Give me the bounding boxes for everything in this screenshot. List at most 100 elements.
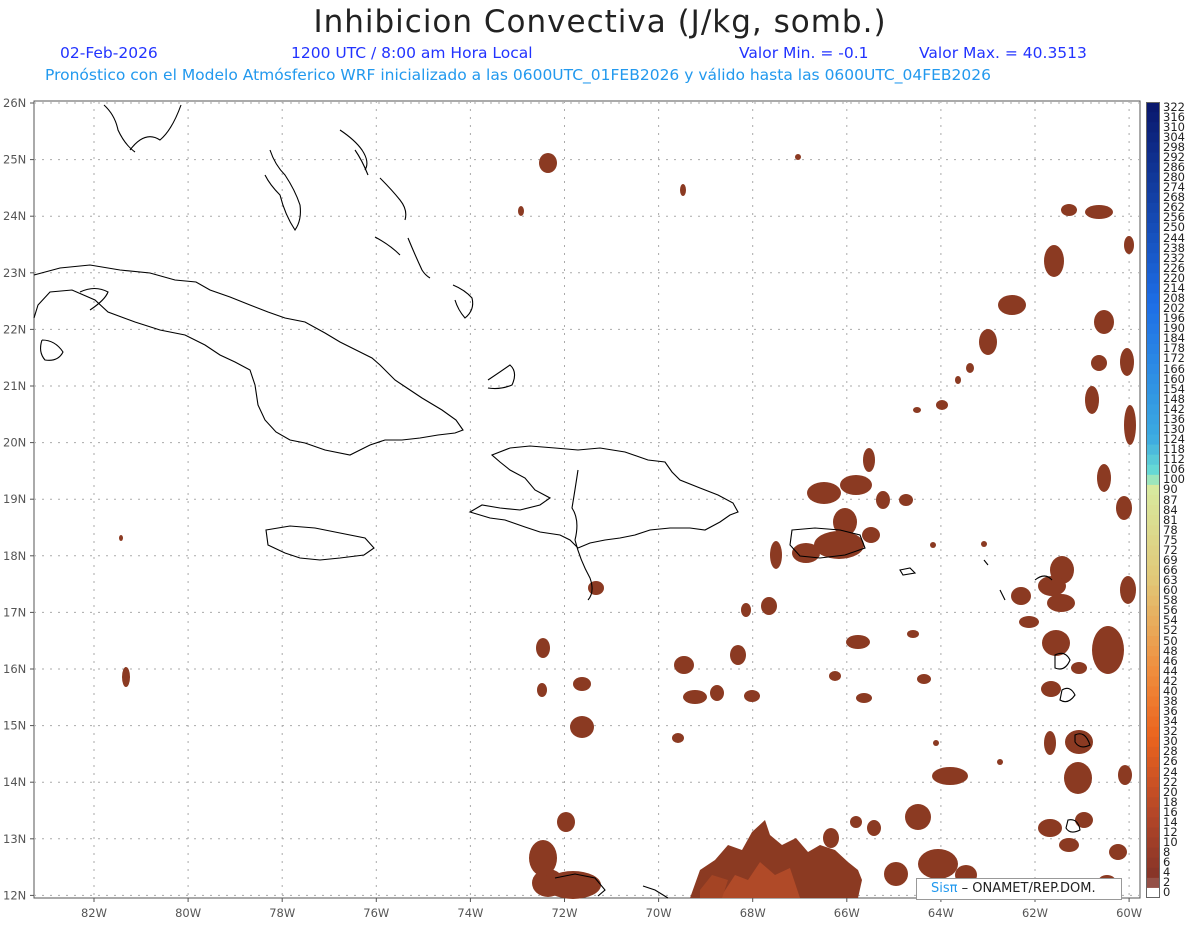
colorbar-swatch xyxy=(1146,192,1160,204)
colorbar-swatch xyxy=(1146,817,1160,828)
lat-label: 23N xyxy=(3,266,26,280)
colorbar-swatch xyxy=(1146,857,1160,869)
colorbar-swatch xyxy=(1146,625,1160,637)
colorbar-swatch xyxy=(1146,686,1160,697)
colorbar-swatch xyxy=(1146,323,1160,335)
colorbar-swatch xyxy=(1146,112,1160,123)
colorbar-swatch xyxy=(1146,575,1160,587)
colorbar-swatch xyxy=(1146,243,1160,254)
colorbar-swatch xyxy=(1146,877,1160,889)
colorbar-swatch xyxy=(1146,585,1160,597)
colorbar-swatch xyxy=(1146,827,1160,839)
colorbar-swatch xyxy=(1146,162,1160,174)
lat-label: 24N xyxy=(3,209,26,223)
colorbar-swatch xyxy=(1146,273,1160,284)
colorbar-swatch xyxy=(1146,122,1160,133)
colorbar-swatch xyxy=(1146,756,1160,768)
lat-label: 13N xyxy=(3,832,26,846)
colorbar-swatch xyxy=(1146,363,1160,375)
lat-label: 17N xyxy=(3,605,26,619)
lon-label: 74W xyxy=(457,906,483,920)
colorbar-swatch xyxy=(1146,535,1160,546)
lon-label: 62W xyxy=(1022,906,1048,920)
colorbar-swatch xyxy=(1146,172,1160,184)
colorbar-swatch xyxy=(1146,847,1160,859)
colorbar-swatch xyxy=(1146,303,1160,315)
lat-lon-grid xyxy=(34,101,1140,898)
lon-label: 60W xyxy=(1116,906,1142,920)
lat-label: 25N xyxy=(3,153,26,167)
colorbar-swatch xyxy=(1146,353,1160,365)
colorbar-swatch xyxy=(1146,374,1160,385)
colorbar-swatch xyxy=(1146,152,1160,163)
colorbar-swatch xyxy=(1146,343,1160,355)
credit-box: Sisπ – ONAMET/REP.DOM. xyxy=(916,878,1122,900)
lon-label: 72W xyxy=(551,906,577,920)
colorbar-swatch xyxy=(1146,505,1160,516)
colorbar-swatch xyxy=(1146,787,1160,798)
colorbar-swatch xyxy=(1146,726,1160,738)
colorbar-swatch xyxy=(1146,807,1160,818)
lat-label: 21N xyxy=(3,379,26,393)
colorbar-swatch xyxy=(1146,656,1160,667)
lat-label: 12N xyxy=(3,888,26,902)
colorbar-swatch xyxy=(1146,595,1160,607)
lon-label: 76W xyxy=(363,906,389,920)
colorbar-swatch xyxy=(1146,434,1160,446)
sis-logo-text: Sisπ xyxy=(931,881,958,896)
colorbar-swatch xyxy=(1146,646,1160,657)
colorbar-swatch xyxy=(1146,777,1160,788)
colorbar-label: 0 xyxy=(1163,885,1171,900)
colorbar-swatch xyxy=(1146,887,1160,898)
lat-label: 16N xyxy=(3,662,26,676)
colorbar-swatch xyxy=(1146,293,1160,305)
colorbar-swatch xyxy=(1146,283,1160,294)
lat-label: 18N xyxy=(3,549,26,563)
colorbar-swatch xyxy=(1146,797,1160,808)
lon-label: 68W xyxy=(740,906,766,920)
colorbar xyxy=(1146,102,1160,898)
coastlines xyxy=(33,104,1091,899)
lon-label: 80W xyxy=(175,906,201,920)
colorbar-swatch xyxy=(1146,394,1160,405)
colorbar-swatch xyxy=(1146,333,1160,345)
lon-label: 82W xyxy=(81,906,107,920)
colorbar-swatch xyxy=(1146,102,1160,113)
colorbar-swatch xyxy=(1146,615,1160,627)
colorbar-swatch xyxy=(1146,605,1160,617)
colorbar-swatch xyxy=(1146,182,1160,194)
colorbar-swatch xyxy=(1146,474,1160,486)
lat-label: 20N xyxy=(3,436,26,450)
colorbar-swatch xyxy=(1146,414,1160,425)
colorbar-swatch xyxy=(1146,404,1160,415)
map-canvas: 82W 80W 78W 76W 74W 72W 70W 68W 66W 64W 62W 60W 26N 2… xyxy=(3,96,1142,920)
colorbar-swatch xyxy=(1146,212,1160,224)
colorbar-swatch xyxy=(1146,676,1160,687)
colorbar-swatch xyxy=(1146,313,1160,325)
colorbar-swatch xyxy=(1146,132,1160,143)
lat-label: 14N xyxy=(3,775,26,789)
colorbar-swatch xyxy=(1146,555,1160,566)
lon-label: 70W xyxy=(646,906,672,920)
lon-label: 64W xyxy=(928,906,954,920)
lon-label: 66W xyxy=(834,906,860,920)
colorbar-swatch xyxy=(1146,222,1160,234)
colorbar-swatch xyxy=(1146,736,1160,748)
lat-label: 15N xyxy=(3,719,26,733)
colorbar-swatch xyxy=(1146,767,1160,778)
colorbar-swatch xyxy=(1146,424,1160,436)
colorbar-swatch xyxy=(1146,464,1160,476)
colorbar-swatch xyxy=(1146,142,1160,153)
lon-label: 78W xyxy=(269,906,295,920)
lat-label: 26N xyxy=(3,96,26,110)
colorbar-swatch xyxy=(1146,716,1160,728)
colorbar-swatch xyxy=(1146,494,1160,506)
cin-shading xyxy=(119,153,1136,899)
colorbar-swatch xyxy=(1146,565,1160,577)
colorbar-swatch xyxy=(1146,837,1160,849)
colorbar-swatch xyxy=(1146,867,1160,879)
colorbar-swatch xyxy=(1146,253,1160,264)
colorbar-swatch xyxy=(1146,696,1160,708)
colorbar-swatch xyxy=(1146,202,1160,214)
colorbar-swatch xyxy=(1146,746,1160,758)
